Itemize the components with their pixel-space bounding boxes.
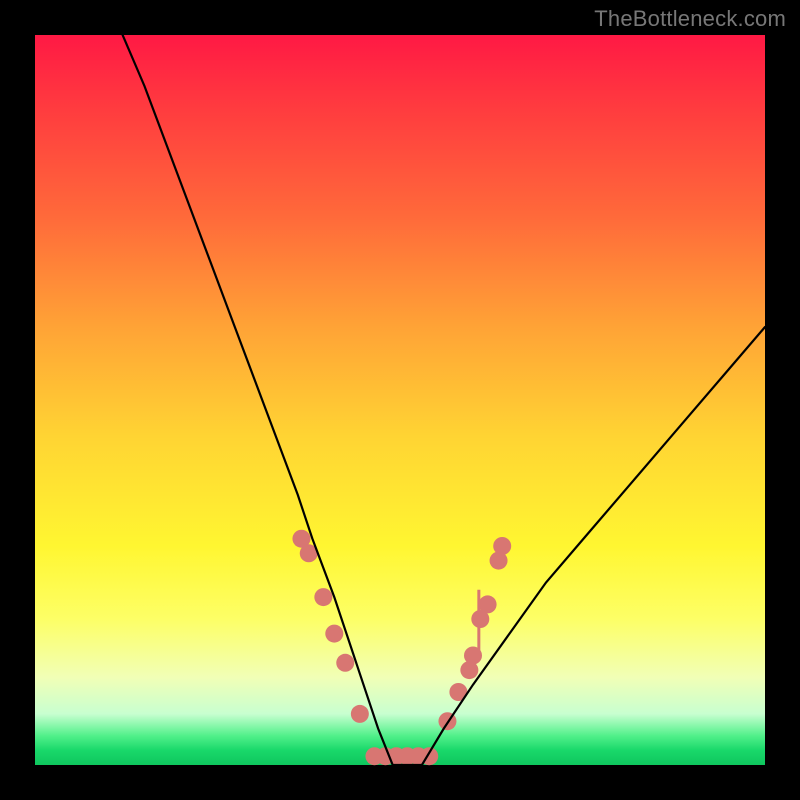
- marker-point: [314, 588, 332, 606]
- marker-point: [479, 595, 497, 613]
- plot-area: [35, 35, 765, 765]
- marker-point: [336, 654, 354, 672]
- chart-svg: [35, 35, 765, 765]
- watermark-text: TheBottleneck.com: [594, 6, 786, 32]
- marker-point: [351, 705, 369, 723]
- marker-point: [325, 625, 343, 643]
- chart-frame: TheBottleneck.com: [0, 0, 800, 800]
- marker-point: [464, 647, 482, 665]
- bottleneck-curve: [123, 35, 765, 765]
- marker-point: [493, 537, 511, 555]
